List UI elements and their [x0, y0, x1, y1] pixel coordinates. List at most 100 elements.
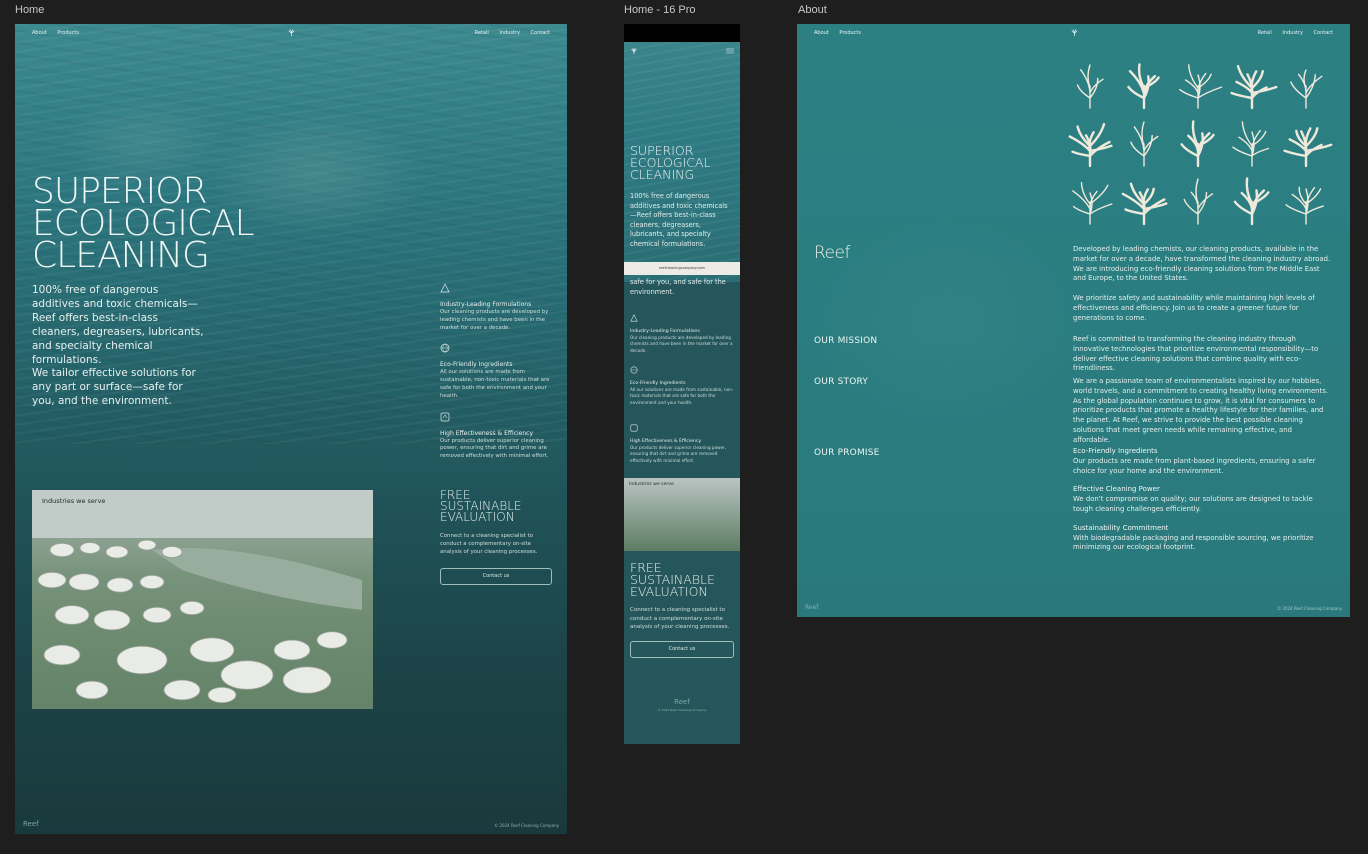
cta-title: FREE SUSTAINABLE EVALUATION [630, 561, 734, 598]
frame-label-home[interactable]: Home [15, 4, 44, 16]
feature-desc: Our products deliver superior cleaning p… [440, 437, 549, 460]
reef-logo-icon[interactable] [1070, 28, 1079, 37]
coral-icon [1183, 178, 1214, 225]
footer-copyright: © 2024 Reef Cleaning Company [657, 708, 707, 712]
coral-icon [1179, 64, 1223, 109]
frame-label-mobile[interactable]: Home - 16 Pro [624, 4, 696, 16]
feature-item: Eco-Friendly Ingredients All our solutio… [440, 342, 552, 400]
promise-desc: We don't compromise on quality; our solu… [1073, 495, 1313, 513]
coral-icon [1121, 182, 1168, 226]
our-story-text: We are a passionate team of environmenta… [1073, 377, 1329, 444]
menu-icon[interactable] [726, 48, 734, 54]
storage-tank [179, 601, 205, 616]
cta-desc: Connect to a cleaning specialist to cond… [630, 607, 730, 630]
feature-list: Industry-Leading Formulations Our cleani… [440, 282, 552, 471]
feature-desc: All our solutions are made from sustaina… [630, 387, 734, 405]
promise-desc: Our products are made from plant-based i… [1073, 456, 1316, 475]
mobile-feature-item: Industry-Leading Formulations Our cleani… [630, 310, 734, 354]
mobile-hero-title: SUPERIOR ECOLOGICAL CLEANING [630, 144, 710, 182]
nav-products[interactable]: Products [57, 30, 79, 36]
cta-section: FREE SUSTAINABLE EVALUATION Connect to a… [440, 489, 552, 586]
hero-paragraph: 100% free of dangerous additives and tox… [32, 284, 204, 366]
footer-logo[interactable]: Reef [23, 820, 39, 828]
feature-title: Eco-Friendly Ingredients [440, 361, 513, 369]
coral-illustrations [1068, 63, 1333, 226]
storage-tank [161, 546, 183, 558]
about-intro-2: We prioritize safety and sustainability … [1073, 294, 1315, 322]
coral-icon [1283, 127, 1333, 168]
storage-tank [105, 545, 129, 559]
promise-desc: With biodegradable packaging and respons… [1073, 533, 1314, 552]
mobile-feature-item: Eco-Friendly Ingredients All our solutio… [630, 362, 734, 406]
nav-retail[interactable]: Retail [475, 30, 489, 36]
nav-industry[interactable]: Industry [499, 30, 520, 36]
coral-icon [1233, 177, 1270, 226]
frame-label-about[interactable]: About [798, 4, 827, 16]
storage-tank [116, 645, 168, 675]
feature-item: High Effectiveness & Efficiency Our prod… [440, 411, 552, 461]
feature-title: High Effectiveness & Efficiency [630, 439, 702, 444]
nav-products[interactable]: Products [839, 30, 861, 36]
globe-icon [440, 344, 450, 353]
promise-item: Effective Cleaning Power We don't compro… [1073, 485, 1331, 514]
nav-industry[interactable]: Industry [1282, 30, 1303, 36]
storage-tank [68, 573, 100, 591]
storage-tank [139, 575, 165, 590]
nav-contact[interactable]: Contact [1314, 30, 1333, 36]
mobile-industries-image[interactable]: Industries we serve [624, 478, 740, 551]
promise-item: Eco-Friendly Ingredients Our products ar… [1073, 447, 1331, 476]
home-frame[interactable]: About Products Retail Industry Contact S… [15, 24, 567, 834]
our-mission-heading: OUR MISSION [814, 336, 878, 346]
nav-about[interactable]: About [814, 30, 829, 36]
storage-tank [273, 639, 311, 661]
feature-title: Eco-Friendly Ingredients [630, 381, 686, 386]
about-intro-1: Developed by leading chemists, our clean… [1073, 245, 1331, 283]
contact-us-button[interactable]: Contact us [630, 640, 734, 658]
feature-title: Industry-Leading Formulations [440, 301, 532, 308]
mobile-hero-paragraph: 100% free of dangerous additives and tox… [630, 192, 728, 248]
promise-list: Eco-Friendly Ingredients Our products ar… [1073, 447, 1331, 553]
coral-icon [1072, 181, 1113, 225]
contact-us-button[interactable]: Contact us [440, 568, 552, 586]
storage-tank [75, 680, 109, 700]
oil-tanks-aerial-image [32, 490, 373, 709]
flask-icon [630, 314, 638, 322]
storage-tank [106, 577, 134, 593]
feature-title: Industry-Leading Formulations [630, 329, 700, 334]
mobile-frame[interactable]: SUPERIOR ECOLOGICAL CLEANING 100% free o… [624, 24, 740, 744]
coral-icon [1180, 120, 1215, 168]
url-text: reefcleaningcompany.com [659, 266, 705, 270]
storage-tank [207, 686, 237, 704]
top-nav: About Products Retail Industry Contact [797, 24, 1350, 42]
nav-retail[interactable]: Retail [1258, 30, 1272, 36]
about-reef-logo: Reef [814, 243, 850, 263]
sparkle-icon [440, 412, 450, 421]
promise-title: Effective Cleaning Power [1073, 485, 1160, 494]
feature-desc: All our solutions are made from sustaina… [440, 369, 550, 399]
browser-url-bar[interactable]: reefcleaningcompany.com [624, 262, 740, 275]
footer-logo[interactable]: Reef [805, 604, 818, 611]
promise-title: Eco-Friendly Ingredients [1073, 447, 1158, 455]
reef-logo-icon[interactable] [287, 28, 296, 37]
our-mission-text: Reef is committed to transforming the cl… [1073, 335, 1319, 373]
promise-title: Sustainability Commitment [1073, 523, 1169, 532]
feature-desc: Our cleaning products are developed by l… [630, 335, 733, 353]
sparkle-icon [630, 424, 638, 432]
industries-image[interactable]: Industries we serve [32, 490, 373, 709]
hero-paragraph-2: We tailor effective solutions for any pa… [32, 367, 196, 407]
top-nav: About Products Retail Industry Contact [15, 24, 567, 42]
feature-desc: Our products deliver superior cleaning p… [630, 445, 727, 463]
coral-icon [1232, 121, 1270, 167]
storage-tank [43, 644, 81, 666]
cta-title: FREE SUSTAINABLE EVALUATION [440, 489, 552, 524]
footer-logo[interactable]: Reef [624, 698, 740, 706]
hero-title-line: CLEANING [630, 167, 695, 182]
nav-about[interactable]: About [32, 30, 47, 36]
reef-logo-icon[interactable] [630, 47, 638, 55]
cta-desc: Connect to a cleaning specialist to cond… [440, 533, 538, 555]
hero-title-line: CLEANING [32, 235, 210, 276]
storage-tank [142, 606, 172, 624]
nav-contact[interactable]: Contact [531, 30, 550, 36]
about-frame[interactable]: About Products Retail Industry Contact R… [797, 24, 1350, 617]
cta-title-line: EVALUATION [440, 510, 515, 524]
